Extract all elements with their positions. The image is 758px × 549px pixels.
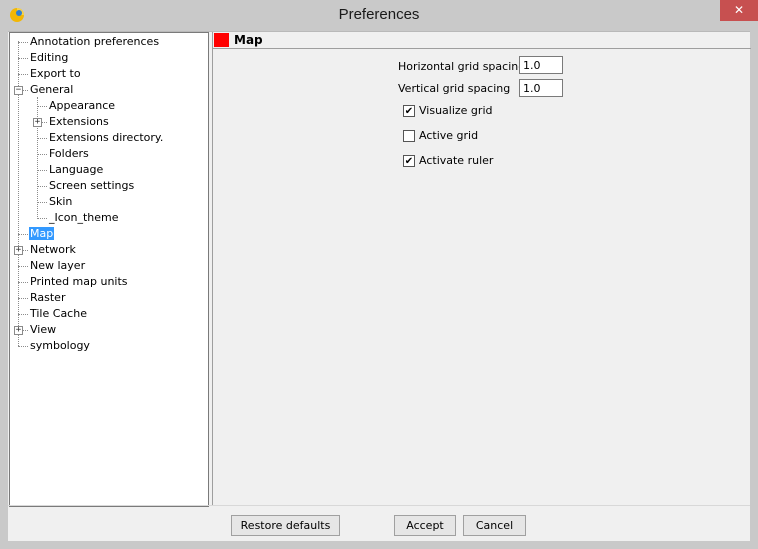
collapse-icon[interactable]: − [14, 86, 23, 95]
tree-item-icon-theme[interactable]: _Icon_theme [37, 210, 120, 226]
expand-icon[interactable]: + [14, 246, 23, 255]
vertical-grid-spacing-label: Vertical grid spacing [398, 82, 511, 95]
tree-item-extensions[interactable]: Extensions [37, 114, 110, 130]
tree-item-label: Printed map units [30, 275, 128, 288]
expand-icon[interactable]: + [14, 326, 23, 335]
tree-item-label: Editing [30, 51, 69, 64]
tree-item-label: Export to [30, 67, 81, 80]
tree-item-language[interactable]: Language [37, 162, 104, 178]
tree-connector [18, 266, 28, 268]
window-title: Preferences [338, 6, 420, 23]
panel-marker [214, 33, 229, 47]
tree-item-skin[interactable]: Skin [37, 194, 73, 210]
tree-item-tile-cache[interactable]: Tile Cache [18, 306, 88, 322]
window-frame-bottom [0, 541, 758, 549]
tree-item-printed-map-units[interactable]: Printed map units [18, 274, 129, 290]
tree-item-label: symbology [30, 339, 90, 352]
tree-item-label: New layer [30, 259, 86, 272]
tree-item-label: Map [29, 227, 55, 240]
tree-item-label: _Icon_theme [49, 211, 119, 224]
panel-title: Map [234, 33, 263, 47]
tree-item-view[interactable]: View [18, 322, 57, 338]
accept-button[interactable]: Accept [394, 515, 456, 536]
window-frame-left [0, 31, 8, 549]
tree-item-extensions-directory[interactable]: Extensions directory. [37, 130, 164, 146]
tree-item-editing[interactable]: Editing [18, 50, 69, 66]
tree-item-label: Screen settings [49, 179, 135, 192]
tree-item-label: Language [49, 163, 104, 176]
tree-connector [18, 298, 28, 300]
tree-connector [37, 106, 47, 108]
tree-item-label: Skin [49, 195, 73, 208]
close-icon: ✕ [733, 3, 745, 17]
tree-connector [18, 58, 28, 60]
tree-item-label: Raster [30, 291, 66, 304]
vertical-grid-spacing-input[interactable]: 1.0 [519, 79, 563, 97]
tree-connector [18, 234, 28, 236]
tree-item-network[interactable]: Network [18, 242, 77, 258]
tree-item-folders[interactable]: Folders [37, 146, 90, 162]
tree-item-general[interactable]: General [18, 82, 74, 98]
active-grid-checkbox[interactable] [403, 130, 415, 142]
tree-item-annotation-preferences[interactable]: Annotation preferences [18, 34, 160, 50]
panel-header: Map [213, 32, 751, 49]
title-bar: Preferences ✕ [0, 0, 758, 32]
tree-connector [18, 42, 28, 44]
tree-connector [18, 314, 28, 316]
tree-item-label: Appearance [49, 99, 116, 112]
tree-item-screen-settings[interactable]: Screen settings [37, 178, 135, 194]
expand-icon[interactable]: + [33, 118, 42, 127]
visualize-grid-label: Visualize grid [419, 104, 493, 117]
tree-connector [37, 186, 47, 188]
tree-connector [37, 154, 47, 156]
tree-item-label: Extensions [49, 115, 109, 128]
preferences-tree[interactable]: Annotation preferences Editing Export to… [9, 32, 209, 507]
checkmark-icon: ✔ [404, 106, 414, 117]
tree-connector [18, 282, 28, 284]
cancel-button[interactable]: Cancel [463, 515, 526, 536]
tree-item-label: Tile Cache [30, 307, 87, 320]
tree-item-label: General [30, 83, 74, 96]
tree-item-label: View [30, 323, 57, 336]
tree-item-label: Folders [49, 147, 89, 160]
restore-defaults-button[interactable]: Restore defaults [231, 515, 340, 536]
visualize-grid-checkbox[interactable]: ✔ [403, 105, 415, 117]
tree-item-new-layer[interactable]: New layer [18, 258, 86, 274]
horizontal-grid-spacing-input[interactable]: 1.0 [519, 56, 563, 74]
tree-item-appearance[interactable]: Appearance [37, 98, 116, 114]
tree-connector [37, 138, 47, 140]
close-button[interactable]: ✕ [720, 0, 758, 21]
tree-connector [37, 218, 47, 220]
tree-connector [18, 74, 28, 76]
tree-item-label: Extensions directory. [49, 131, 164, 144]
tree-item-map[interactable]: Map [18, 226, 55, 242]
horizontal-grid-spacing-label: Horizontal grid spacing [398, 60, 526, 73]
tree-connector [18, 346, 28, 348]
tree-item-label: Annotation preferences [30, 35, 160, 48]
preferences-window: Preferences ✕ Annotation preferences Edi… [0, 0, 758, 549]
tree-connector [37, 202, 47, 204]
tree-item-raster[interactable]: Raster [18, 290, 66, 306]
settings-panel: Map Horizontal grid spacing 1.0 Vertical… [212, 32, 752, 505]
tree-connector [37, 170, 47, 172]
tree-item-symbology[interactable]: symbology [18, 338, 91, 354]
tree-item-export-to[interactable]: Export to [18, 66, 82, 82]
active-grid-label: Active grid [419, 129, 479, 142]
checkmark-icon: ✔ [404, 156, 414, 167]
activate-ruler-checkbox[interactable]: ✔ [403, 155, 415, 167]
tree-item-label: Network [30, 243, 76, 256]
activate-ruler-label: Activate ruler [419, 154, 494, 167]
button-bar: Restore defaults Accept Cancel [8, 505, 750, 542]
